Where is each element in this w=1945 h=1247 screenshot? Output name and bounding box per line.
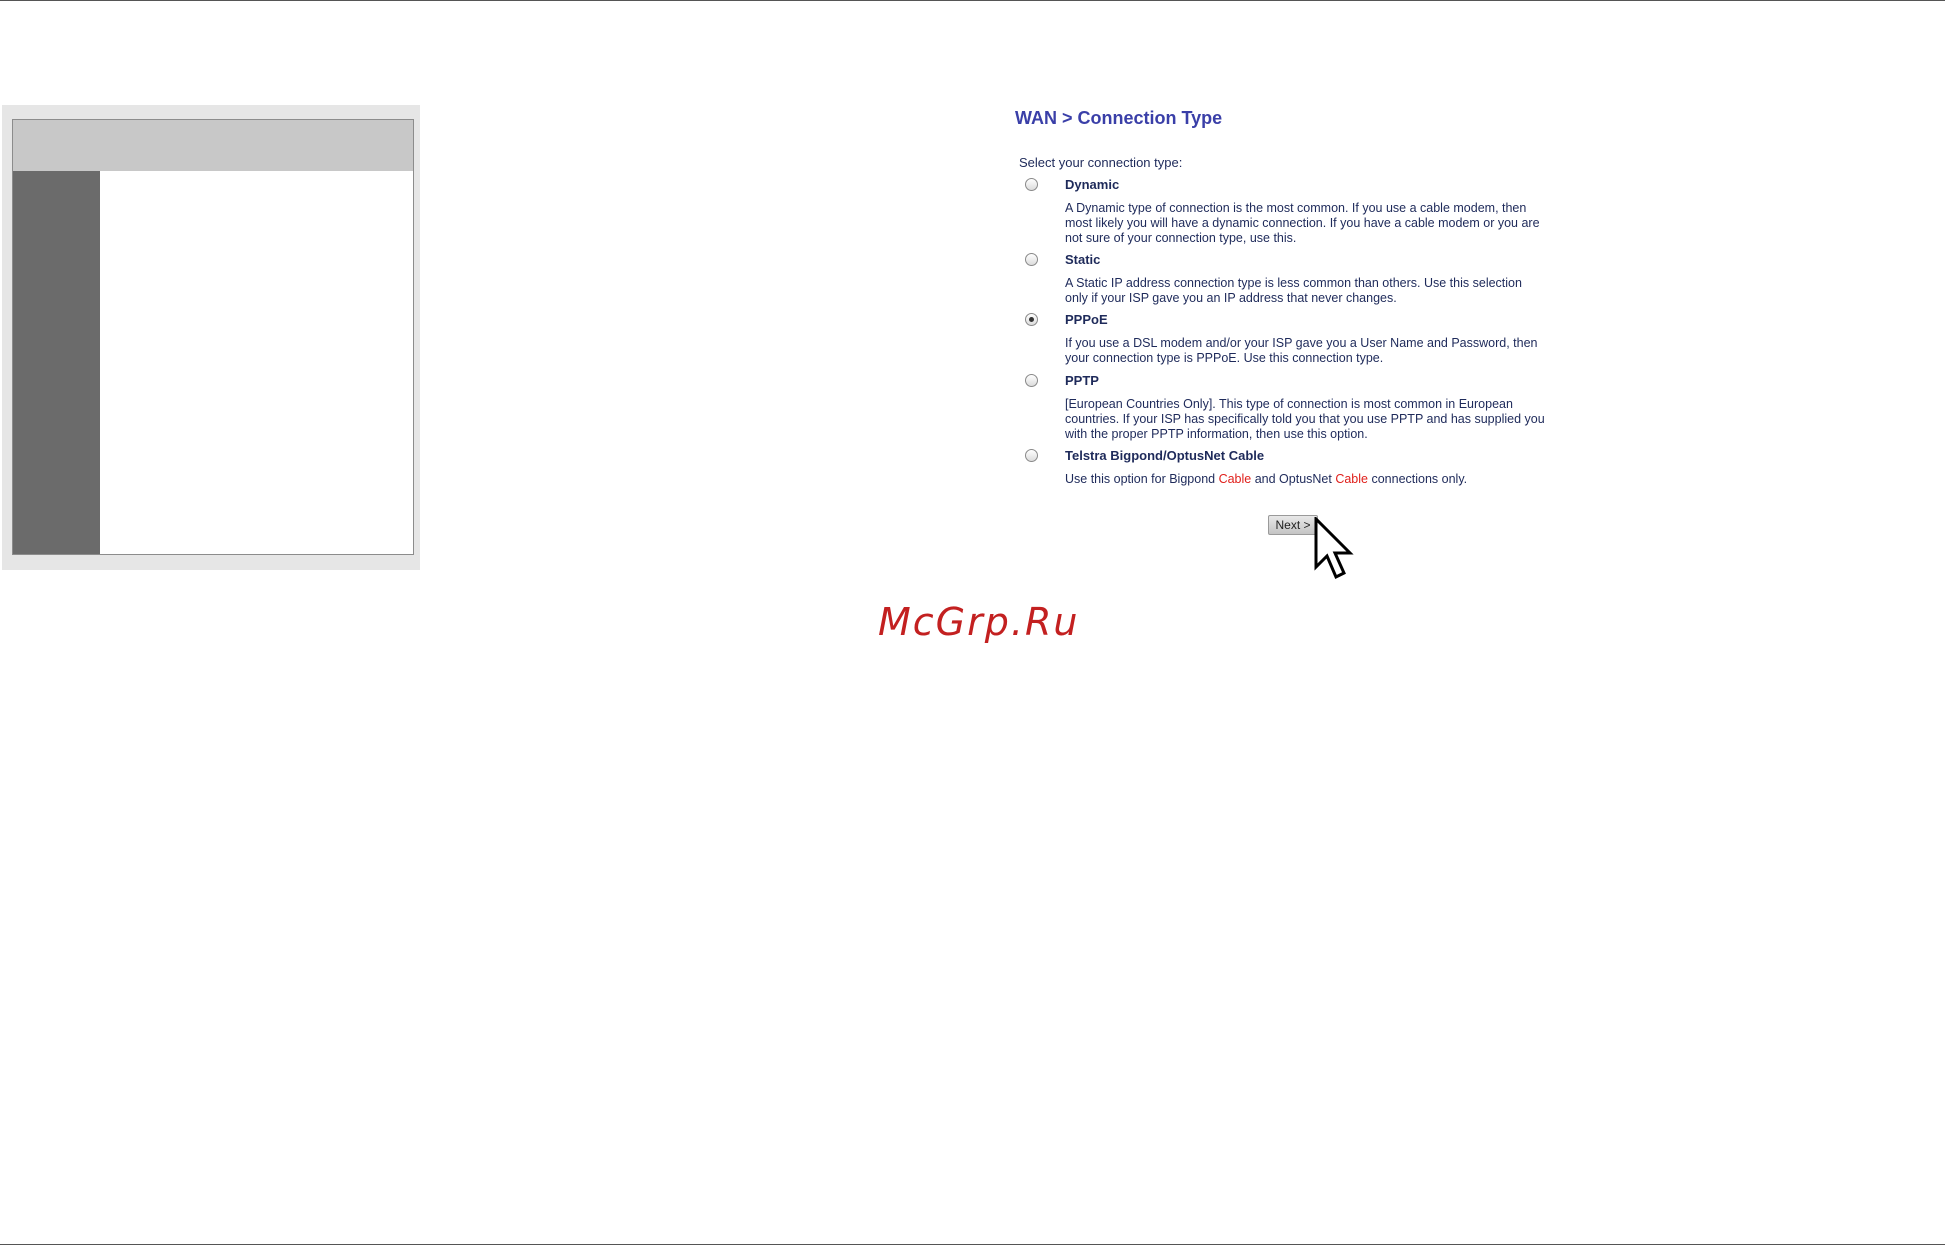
option-label: Telstra Bigpond/OptusNet Cable <box>1065 448 1265 463</box>
top-rule <box>0 0 1945 1</box>
option-label: Dynamic <box>1065 177 1120 192</box>
select-prompt: Select your connection type: <box>1019 155 1183 170</box>
option-label: PPTP <box>1065 373 1099 388</box>
frame-window <box>12 119 414 555</box>
radio-pptp[interactable] <box>1025 374 1038 387</box>
page-title: WAN > Connection Type <box>1015 108 1223 128</box>
option-description: Use this option for Bigpond Cable and Op… <box>1065 472 1468 486</box>
left-frame-illustration <box>2 105 420 570</box>
option-description: A Static IP address connection type is l… <box>1065 276 1522 305</box>
option-label: Static <box>1065 252 1101 267</box>
mouse-cursor-icon <box>1314 517 1354 580</box>
radio-static[interactable] <box>1025 253 1038 266</box>
option-description: If you use a DSL modem and/or your ISP g… <box>1065 336 1538 365</box>
bottom-rule <box>0 1244 1945 1245</box>
option-description: [European Countries Only]. This type of … <box>1065 397 1545 441</box>
option-description: A Dynamic type of connection is the most… <box>1065 201 1540 245</box>
watermark: McGrp.Ru <box>878 600 1080 644</box>
option-label: PPPoE <box>1065 312 1108 327</box>
radio-pppoe[interactable] <box>1025 313 1038 326</box>
next-button[interactable]: Next > <box>1268 515 1318 535</box>
frame-header <box>13 120 413 171</box>
radio-telstra[interactable] <box>1025 449 1038 462</box>
frame-sidebar <box>13 171 100 554</box>
radio-dynamic[interactable] <box>1025 178 1038 191</box>
